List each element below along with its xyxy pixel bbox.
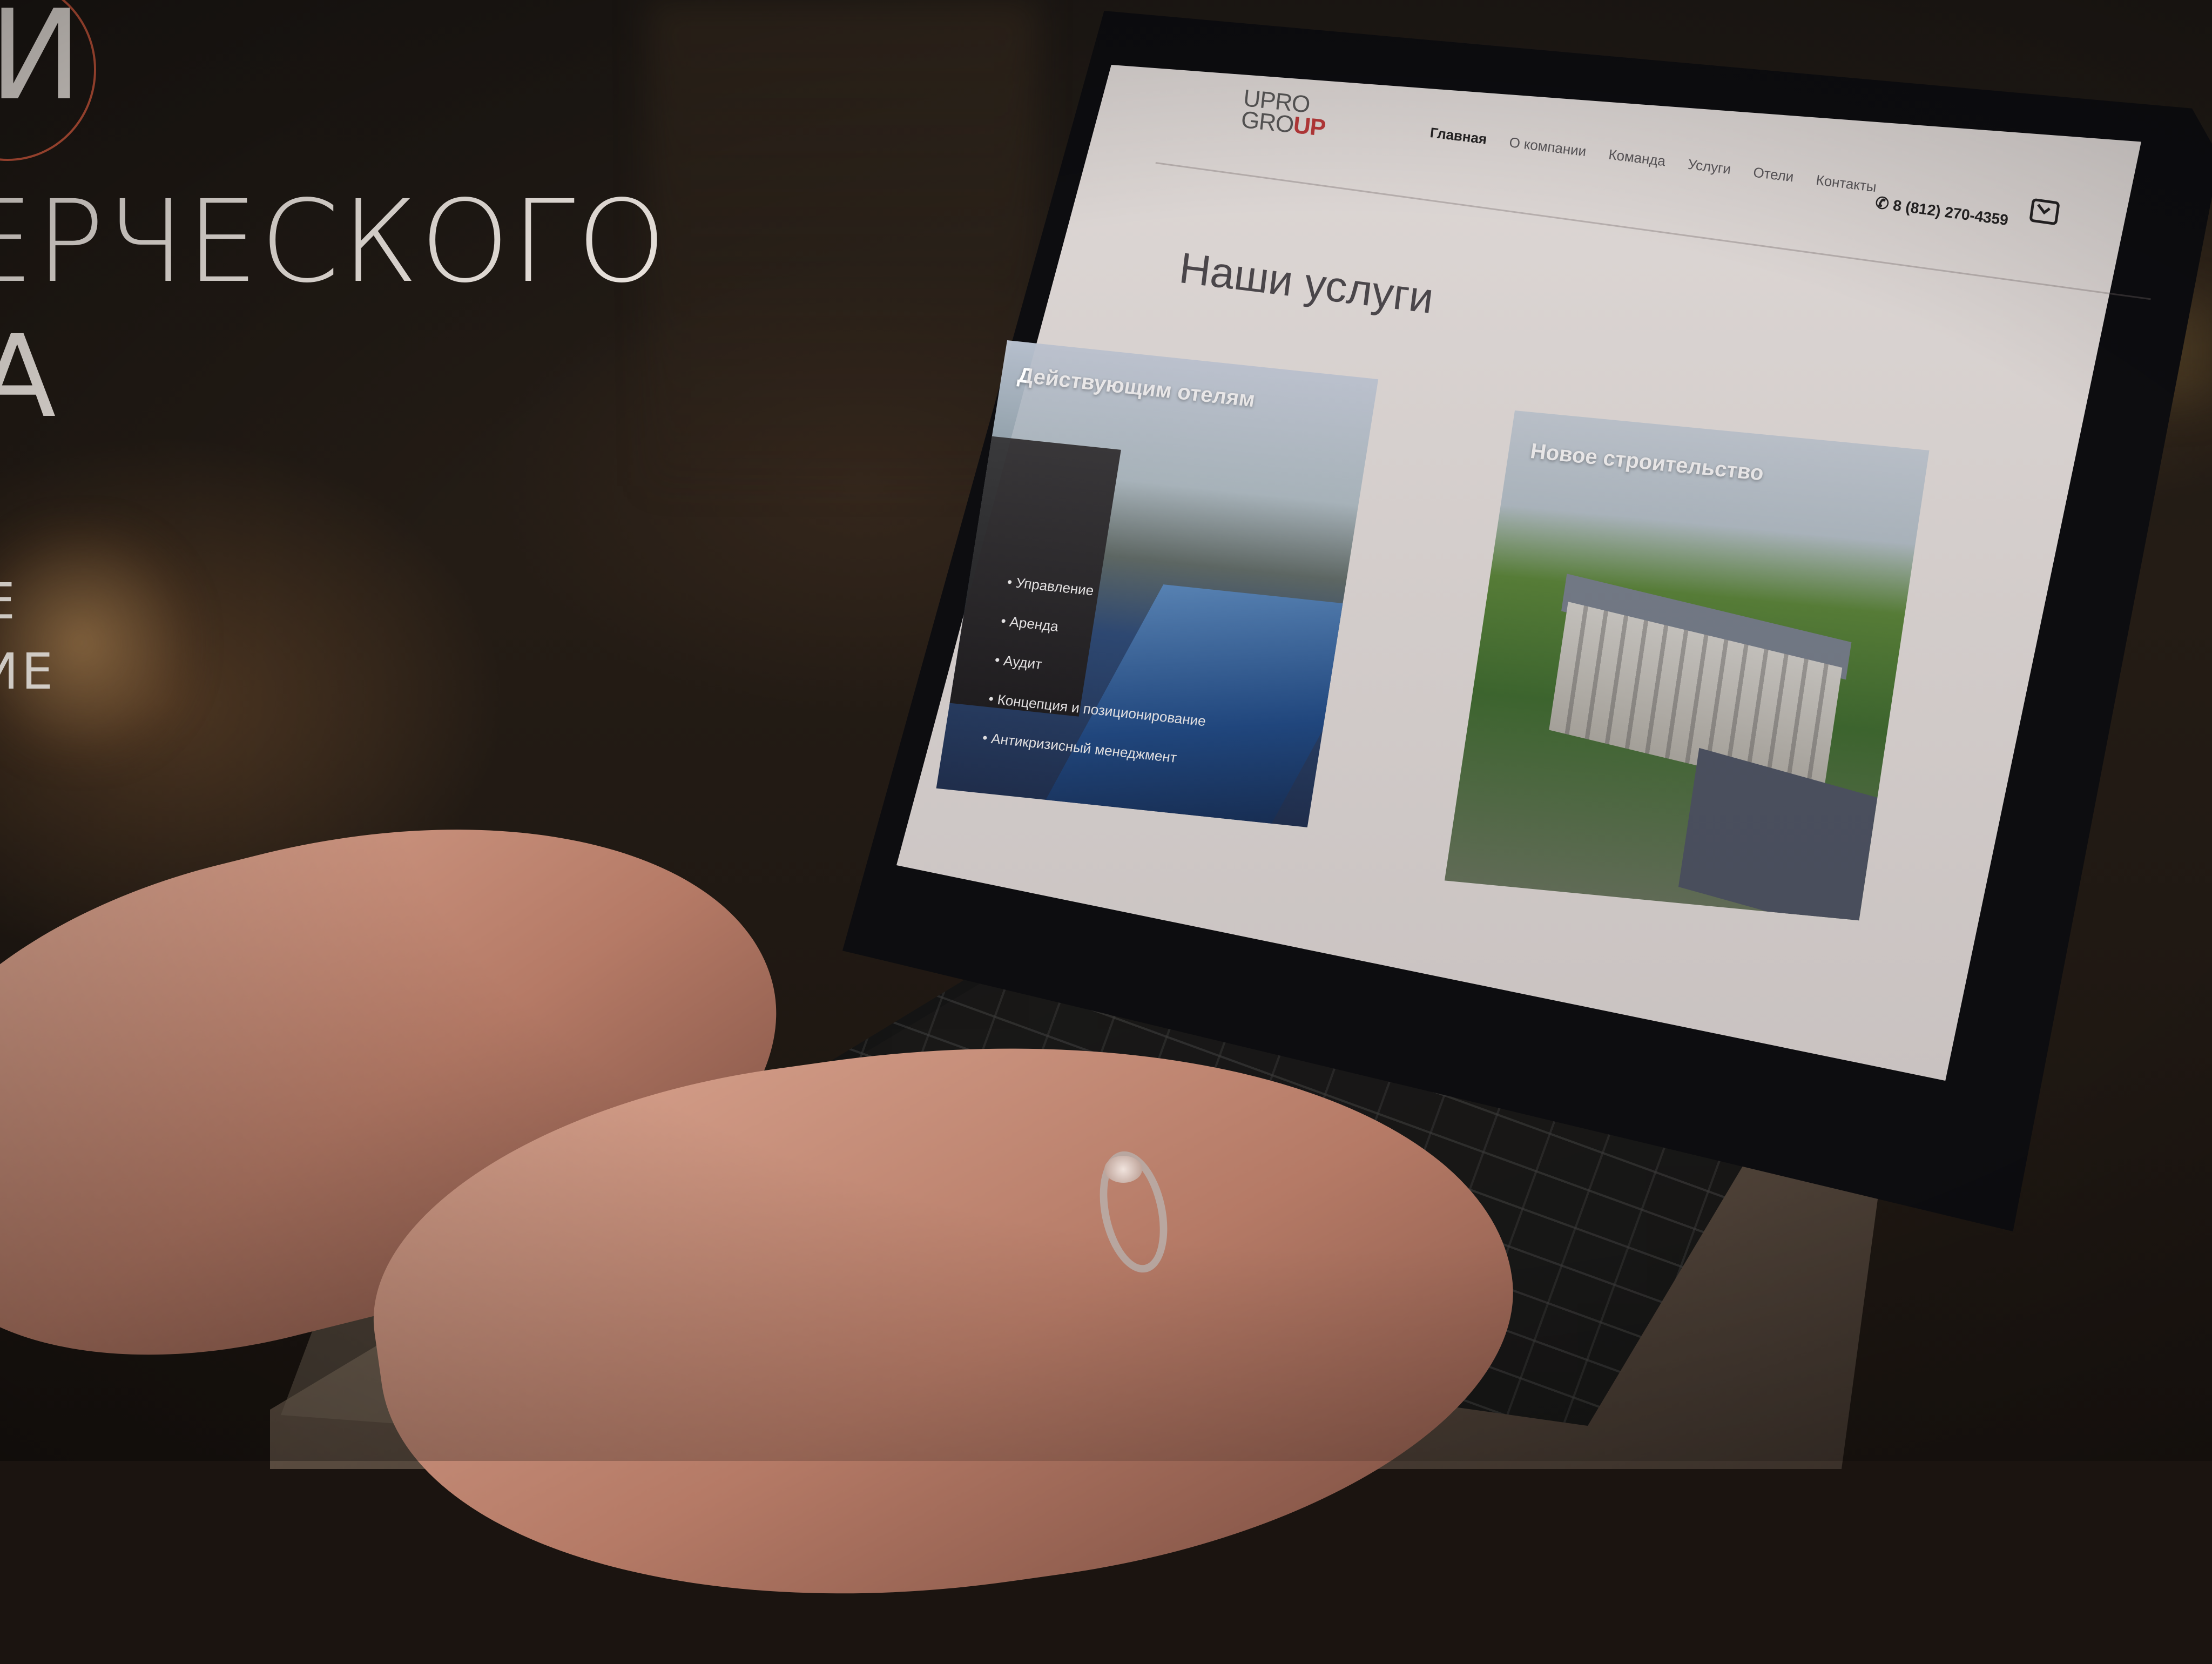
subheadline-line-1: Е xyxy=(0,572,18,630)
headline-line-2: ЕРЧЕСКОГО xyxy=(0,176,669,308)
phone-icon: ✆ xyxy=(1874,193,1890,213)
logo-accent: UP xyxy=(1292,112,1327,142)
nav-item-contacts[interactable]: Контакты xyxy=(1815,172,1877,196)
service-item[interactable]: Управление xyxy=(1006,574,1226,613)
service-item[interactable]: Аудит xyxy=(994,651,1213,691)
website: UPRO GROUP Главная О компании Команда Ус… xyxy=(896,65,2160,1091)
section-title: Наши услуги xyxy=(1177,243,1437,322)
phone-number: 8 (812) 270-4359 xyxy=(1892,197,2009,229)
headline-line-3: А xyxy=(0,311,58,443)
card-title: Действующим отелям xyxy=(1016,363,1257,412)
nav-item-about[interactable]: О компании xyxy=(1508,134,1587,160)
service-card-existing-hotels[interactable]: Действующим отелям Управление Аренда Ауд… xyxy=(936,340,1379,827)
service-item[interactable]: Концепция и позиционирование xyxy=(987,690,1207,730)
site-nav: Главная О компании Команда Услуги Отели … xyxy=(1429,124,1877,196)
logo-bottom: GRO xyxy=(1239,106,1295,138)
service-item[interactable]: Антикризисный менеджмент xyxy=(981,729,1201,769)
subheadline-line-2: НИЕ xyxy=(0,643,57,700)
mail-icon[interactable] xyxy=(2029,198,2060,226)
nav-item-team[interactable]: Команда xyxy=(1608,146,1667,170)
site-logo[interactable]: UPRO GROUP xyxy=(1239,85,1328,142)
nav-item-hotels[interactable]: Отели xyxy=(1752,164,1795,185)
nav-item-home[interactable]: Главная xyxy=(1429,124,1488,148)
service-card-new-construction[interactable]: Новое строительство xyxy=(1444,410,1930,921)
nav-item-services[interactable]: Услуги xyxy=(1687,156,1732,178)
service-item[interactable]: Аренда xyxy=(1000,612,1219,652)
service-list: Управление Аренда Аудит Концепция и пози… xyxy=(977,574,1225,791)
headline-line-1: И xyxy=(0,0,85,128)
ring-gem xyxy=(1104,1156,1142,1183)
card-title: Новое строительство xyxy=(1528,439,1765,486)
card-hotel-wing xyxy=(1678,747,1878,921)
phone-link[interactable]: ✆ 8 (812) 270-4359 xyxy=(1874,193,2009,230)
